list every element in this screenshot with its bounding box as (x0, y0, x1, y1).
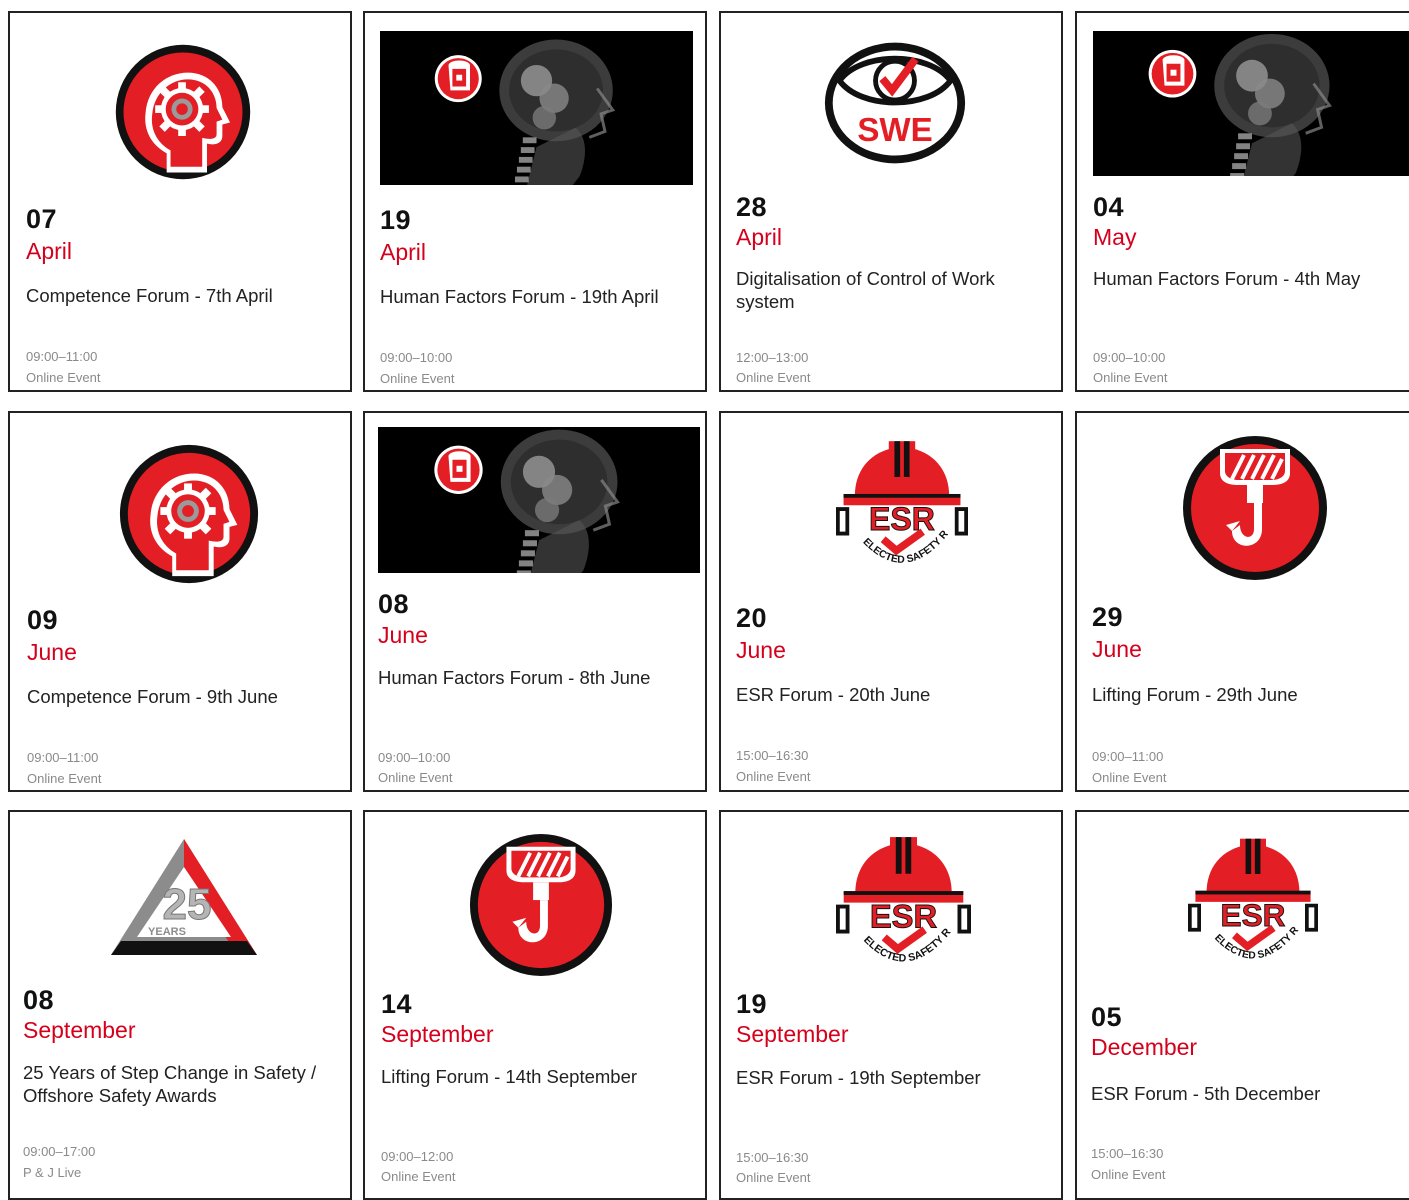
event-day: 19 (736, 989, 768, 1019)
competence-head-icon (115, 440, 263, 588)
event-time: 12:00–13:00 (736, 350, 809, 365)
event-time: 09:00–10:00 (380, 350, 453, 365)
event-title[interactable]: Human Factors Forum - 4th May (1093, 267, 1403, 290)
event-month: April (26, 238, 73, 264)
event-month: June (1092, 636, 1142, 662)
event-month: September (23, 1017, 136, 1043)
event-title[interactable]: Competence Forum - 9th June (27, 685, 347, 708)
event-card[interactable]: 19 April Human Factors Forum - 19th Apri… (363, 11, 707, 392)
event-location: Online Event (736, 370, 811, 385)
event-day: 07 (26, 204, 58, 234)
event-month: April (736, 224, 783, 250)
event-day: 29 (1092, 602, 1124, 632)
esr-helmet-icon (836, 835, 971, 980)
human-factors-xray-image (378, 427, 700, 573)
event-card[interactable]: 28 April Digitalisation of Control of Wo… (719, 11, 1063, 392)
event-day: 20 (736, 603, 768, 633)
25-years-triangle-logo (109, 836, 259, 958)
event-day: 08 (23, 985, 55, 1015)
event-day: 14 (381, 989, 413, 1019)
esr-helmet-icon (836, 439, 968, 581)
event-month: April (380, 239, 427, 265)
event-location: Online Event (736, 1170, 811, 1185)
event-card[interactable]: 08 June Human Factors Forum - 8th June 0… (363, 411, 707, 792)
event-title[interactable]: Competence Forum - 7th April (26, 284, 346, 307)
event-card[interactable]: 20 June ESR Forum - 20th June 15:00–16:3… (719, 411, 1063, 792)
event-month: September (381, 1021, 494, 1047)
event-time: 09:00–12:00 (381, 1149, 454, 1164)
event-title[interactable]: Human Factors Forum - 19th April (380, 285, 702, 308)
event-location: Online Event (1093, 370, 1168, 385)
event-location: Online Event (380, 371, 455, 386)
event-time: 09:00–11:00 (26, 349, 98, 364)
event-month: September (736, 1021, 849, 1047)
event-location: Online Event (27, 771, 102, 786)
esr-helmet-icon (1188, 835, 1318, 978)
event-card[interactable]: 09 June Competence Forum - 9th June 09:0… (8, 411, 352, 792)
event-title[interactable]: 25 Years of Step Change in Safety / Offs… (23, 1061, 343, 1107)
event-card[interactable]: 04 May Human Factors Forum - 4th May 09:… (1075, 11, 1409, 392)
event-time: 09:00–11:00 (1092, 749, 1164, 764)
event-title[interactable]: Human Factors Forum - 8th June (378, 666, 700, 689)
event-month: June (736, 637, 786, 663)
event-day: 28 (736, 192, 768, 222)
event-time: 15:00–16:30 (1091, 1146, 1164, 1161)
event-month: June (27, 639, 77, 665)
event-title[interactable]: ESR Forum - 20th June (736, 683, 1056, 706)
event-card[interactable]: 19 September ESR Forum - 19th September … (719, 810, 1063, 1200)
event-time: 15:00–16:30 (736, 1150, 809, 1165)
human-factors-xray-image (380, 31, 693, 185)
event-title[interactable]: Lifting Forum - 14th September (381, 1065, 701, 1088)
event-time: 09:00–10:00 (378, 750, 451, 765)
lifting-hook-icon (467, 831, 615, 979)
event-location: Online Event (26, 370, 101, 385)
event-card[interactable]: 14 September Lifting Forum - 14th Septem… (363, 810, 707, 1200)
lifting-hook-icon (1180, 433, 1330, 583)
event-month: May (1093, 224, 1137, 250)
event-title[interactable]: ESR Forum - 19th September (736, 1066, 1056, 1089)
event-day: 05 (1091, 1002, 1123, 1032)
event-title[interactable]: Digitalisation of Control of Work system (736, 267, 1036, 313)
event-day: 08 (378, 589, 410, 619)
competence-head-icon (111, 40, 255, 184)
event-card[interactable]: 07 April Competence Forum - 7th April 09… (8, 11, 352, 392)
event-day: 19 (380, 205, 412, 235)
swe-eye-icon (822, 38, 968, 168)
event-time: 09:00–10:00 (1093, 350, 1166, 365)
event-location: Online Event (381, 1169, 456, 1184)
event-card[interactable]: 29 June Lifting Forum - 29th June 09:00–… (1075, 411, 1409, 792)
event-card[interactable]: 05 December ESR Forum - 5th December 15:… (1075, 810, 1409, 1200)
event-month: June (378, 622, 428, 648)
event-day: 04 (1093, 192, 1125, 222)
event-time: 09:00–17:00 (23, 1144, 96, 1159)
event-location: P & J Live (23, 1165, 82, 1180)
event-location: Online Event (378, 770, 453, 785)
event-card[interactable]: 08 September 25 Years of Step Change in … (8, 810, 352, 1200)
event-location: Online Event (1092, 770, 1167, 785)
event-title[interactable]: ESR Forum - 5th December (1091, 1082, 1409, 1105)
event-location: Online Event (1091, 1167, 1166, 1182)
event-time: 09:00–11:00 (27, 750, 99, 765)
event-day: 09 (27, 605, 59, 635)
event-time: 15:00–16:30 (736, 748, 809, 763)
event-location: Online Event (736, 769, 811, 784)
event-month: December (1091, 1034, 1198, 1060)
human-factors-xray-image (1093, 31, 1409, 176)
event-title[interactable]: Lifting Forum - 29th June (1092, 683, 1409, 706)
